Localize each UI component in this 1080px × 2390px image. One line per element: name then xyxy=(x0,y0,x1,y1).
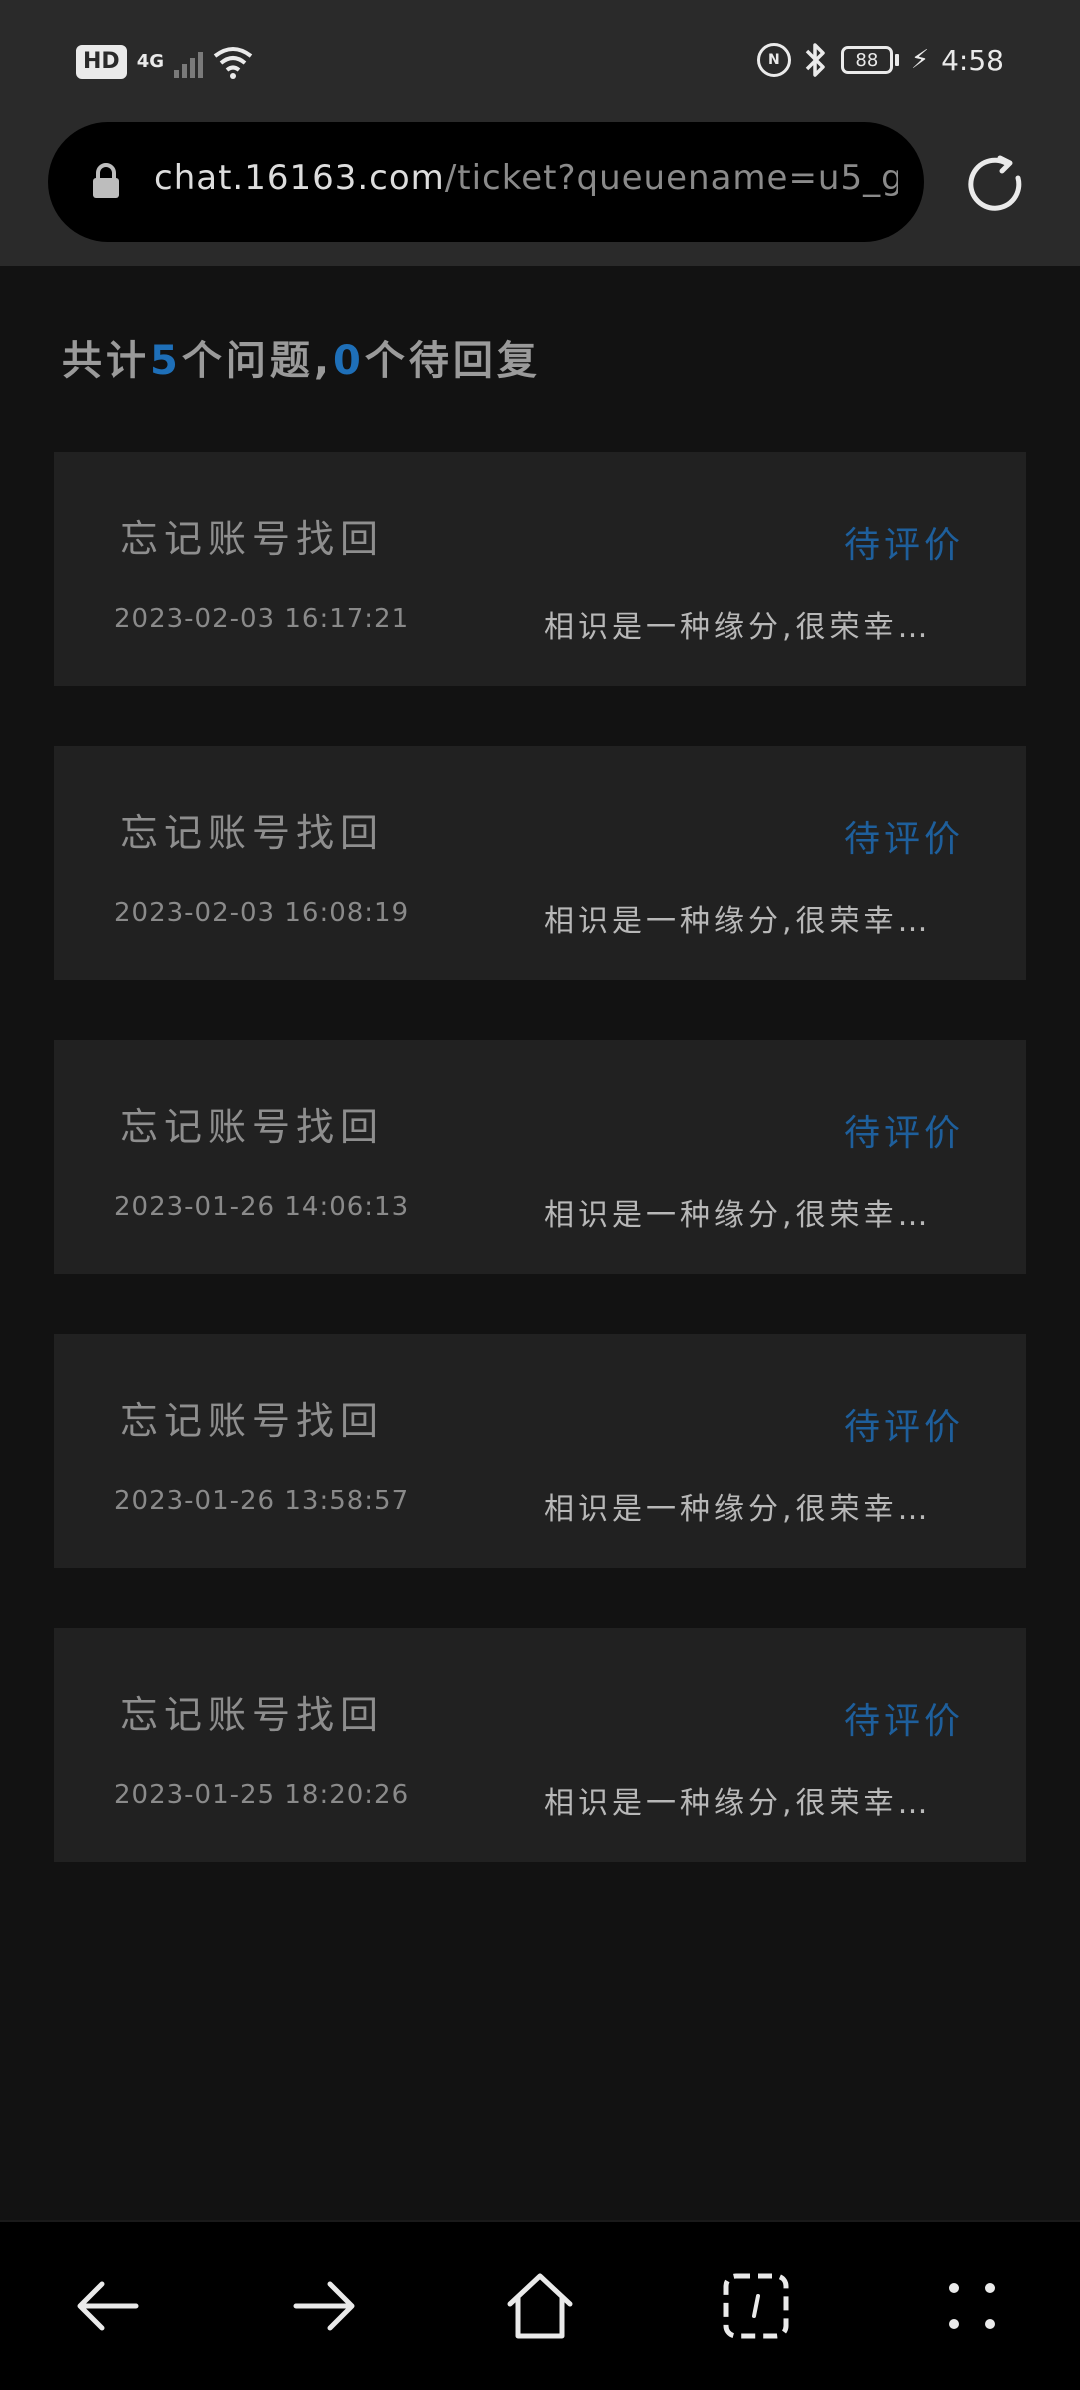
ticket-card-2[interactable]: 忘记账号找回 待评价 2023-02-03 16:08:19 相识是一种缘分,很… xyxy=(54,746,1026,980)
address-bar[interactable]: chat.16163.com/ticket?queuename=u5_gm163… xyxy=(48,122,924,242)
ticket-card-5[interactable]: 忘记账号找回 待评价 2023-01-25 18:20:26 相识是一种缘分,很… xyxy=(54,1628,1026,1862)
ticket-title: 忘记账号找回 xyxy=(120,811,385,855)
bluetooth-icon xyxy=(805,43,825,77)
ticket-card-4[interactable]: 忘记账号找回 待评价 2023-01-26 13:58:57 相识是一种缘分,很… xyxy=(54,1334,1026,1568)
back-arrow-icon xyxy=(77,2281,139,2331)
ticket-status[interactable]: 待评价 xyxy=(844,516,964,568)
reload-icon[interactable] xyxy=(966,154,1028,216)
home-icon xyxy=(507,2273,573,2339)
ticket-card-3[interactable]: 忘记账号找回 待评价 2023-01-26 14:06:13 相识是一种缘分,很… xyxy=(54,1040,1026,1274)
menu-button[interactable] xyxy=(936,2270,1008,2342)
back-button[interactable] xyxy=(72,2270,144,2342)
ticket-time: 2023-01-25 18:20:26 xyxy=(114,1780,410,1810)
summary-total: 5 xyxy=(150,338,182,384)
tabs-icon xyxy=(723,2273,789,2339)
wifi-icon xyxy=(213,47,253,79)
forward-arrow-icon xyxy=(293,2281,355,2331)
browser-bottom-nav xyxy=(0,2220,1080,2390)
status-left: HD 4G xyxy=(76,44,253,80)
summary-suffix: 个待回复 xyxy=(364,338,541,384)
ticket-preview: 相识是一种缘分,很荣幸… xyxy=(544,1492,932,1527)
battery-level: 88 xyxy=(840,46,893,74)
ticket-title: 忘记账号找回 xyxy=(120,1105,385,1149)
lock-icon xyxy=(93,163,119,198)
nfc-icon: N xyxy=(756,43,791,77)
home-button[interactable] xyxy=(504,2270,576,2342)
summary-mid: 个问题, xyxy=(181,338,334,384)
ticket-time: 2023-02-03 16:08:19 xyxy=(114,898,410,928)
ticket-preview: 相识是一种缘分,很荣幸… xyxy=(544,610,932,645)
ticket-preview: 相识是一种缘分,很荣幸… xyxy=(544,1786,932,1821)
ticket-status[interactable]: 待评价 xyxy=(844,1692,964,1744)
ticket-time: 2023-01-26 14:06:13 xyxy=(114,1192,410,1222)
hd-badge: HD xyxy=(76,45,127,79)
ticket-preview: 相识是一种缘分,很荣幸… xyxy=(544,1198,932,1233)
status-right: N 88 ⚡ 4:58 xyxy=(756,42,1004,78)
ticket-summary: 共计5个问题,0个待回复 xyxy=(62,328,541,386)
url-path: /ticket?queuename=u5_gm163&source xyxy=(444,158,898,198)
summary-pending: 0 xyxy=(333,338,365,384)
url-text[interactable]: chat.16163.com/ticket?queuename=u5_gm163… xyxy=(154,158,898,198)
ticket-time: 2023-01-26 13:58:57 xyxy=(114,1486,410,1516)
signal-icon xyxy=(174,46,203,78)
battery-icon: 88 xyxy=(840,46,899,74)
clock: 4:58 xyxy=(941,43,1004,77)
ticket-status[interactable]: 待评价 xyxy=(844,1104,964,1156)
ticket-status[interactable]: 待评价 xyxy=(844,810,964,862)
ticket-card-1[interactable]: 忘记账号找回 待评价 2023-02-03 16:17:21 相识是一种缘分,很… xyxy=(54,452,1026,686)
browser-toolbar: chat.16163.com/ticket?queuename=u5_gm163… xyxy=(0,120,1080,266)
ticket-time: 2023-02-03 16:17:21 xyxy=(114,604,410,634)
url-host: chat.16163.com xyxy=(154,158,445,198)
status-bar: HD 4G N 88 ⚡ 4:58 xyxy=(0,0,1080,120)
charging-icon: ⚡ xyxy=(910,45,930,75)
ticket-title: 忘记账号找回 xyxy=(120,1399,385,1443)
summary-prefix: 共计 xyxy=(62,338,150,384)
network-type: 4G xyxy=(136,51,164,72)
ticket-preview: 相识是一种缘分,很荣幸… xyxy=(544,904,932,939)
ticket-title: 忘记账号找回 xyxy=(120,517,385,561)
forward-button[interactable] xyxy=(288,2270,360,2342)
ticket-title: 忘记账号找回 xyxy=(120,1693,385,1737)
menu-dots-icon xyxy=(949,2283,995,2329)
tabs-button[interactable] xyxy=(720,2270,792,2342)
ticket-status[interactable]: 待评价 xyxy=(844,1398,964,1450)
